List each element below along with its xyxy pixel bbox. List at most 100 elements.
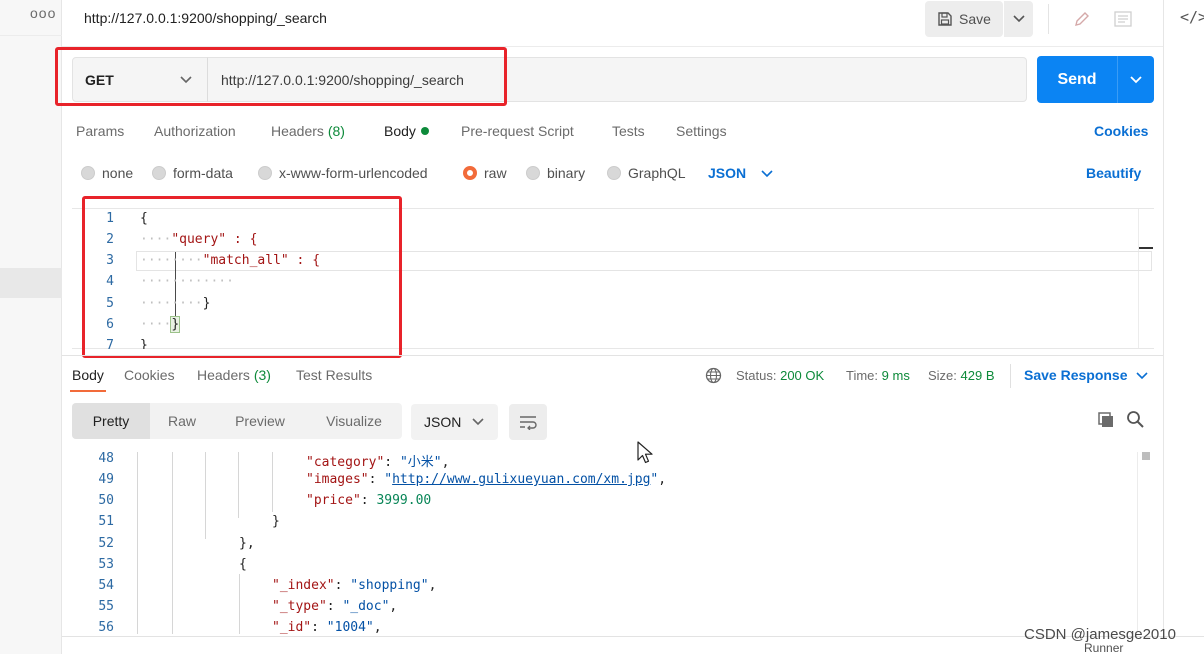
- editor-scroll-marker: [1139, 247, 1153, 249]
- response-divider: [62, 355, 1163, 356]
- radio-icon: [258, 166, 272, 180]
- code-line: "_index": "shopping",: [272, 578, 437, 593]
- language-select[interactable]: JSON: [708, 165, 746, 181]
- body-mode-binary[interactable]: binary: [526, 165, 585, 181]
- tab-pre-request-script[interactable]: Pre-request Script: [461, 123, 574, 139]
- json-key: "_type": [272, 599, 327, 614]
- tab-body[interactable]: Body: [384, 123, 429, 139]
- status-divider: [1010, 364, 1011, 388]
- body-mode-raw[interactable]: raw: [463, 165, 507, 181]
- body-mode-none[interactable]: none: [81, 165, 133, 181]
- document-icon: [1114, 11, 1132, 27]
- radio-icon: [607, 166, 621, 180]
- chevron-down-icon[interactable]: [1136, 367, 1148, 383]
- body-mode-label: x-www-form-urlencoded: [279, 165, 428, 181]
- edit-button[interactable]: [1065, 4, 1099, 34]
- radio-selected-icon: [463, 166, 477, 180]
- json-link-value[interactable]: http://www.gulixueyuan.com/xm.jpg: [392, 472, 650, 487]
- body-mode-label: binary: [547, 165, 586, 181]
- body-mode-graphql[interactable]: GraphQL: [607, 165, 686, 181]
- pencil-icon: [1075, 12, 1089, 26]
- tab-params[interactable]: Params: [76, 123, 124, 139]
- tab-authorization[interactable]: Authorization: [154, 123, 236, 139]
- body-mode-urlencoded[interactable]: x-www-form-urlencoded: [258, 165, 428, 181]
- radio-icon: [152, 166, 166, 180]
- tab-tests[interactable]: Tests: [612, 123, 645, 139]
- editor-scrollbar[interactable]: [1138, 209, 1154, 348]
- send-options-button[interactable]: [1117, 56, 1154, 103]
- search-icon[interactable]: [1126, 410, 1145, 432]
- code-line: "_type": "_doc",: [272, 599, 398, 614]
- line-number: 52: [98, 536, 114, 551]
- code-line: "category": "小米",: [306, 455, 450, 470]
- json-key: "_index": [272, 578, 335, 593]
- code-line: "price": 3999.00: [306, 493, 432, 508]
- chevron-down-icon: [472, 413, 484, 429]
- response-scroll-thumb[interactable]: [1142, 452, 1150, 460]
- right-panel-strip: [1163, 0, 1204, 654]
- indent-guide: [239, 574, 240, 634]
- format-select[interactable]: JSON: [411, 404, 498, 440]
- code-line: "_id": "1004",: [272, 620, 382, 634]
- view-pretty[interactable]: Pretty: [72, 403, 150, 439]
- code-line: },: [239, 536, 255, 551]
- code-line: {: [239, 557, 247, 572]
- response-tab-headers-label: Headers: [197, 367, 250, 383]
- body-mode-form-data[interactable]: form-data: [152, 165, 233, 181]
- status-readout: Status: 200 OK: [736, 368, 824, 383]
- sidebar-selected-row[interactable]: [0, 268, 62, 298]
- json-value: 3999.00: [376, 493, 432, 508]
- save-options-button[interactable]: [1004, 1, 1033, 37]
- more-options-icon[interactable]: ooo: [30, 5, 56, 21]
- response-scrollbar[interactable]: [1137, 452, 1153, 632]
- save-button[interactable]: Save: [925, 1, 1003, 37]
- tab-headers-label: Headers: [271, 123, 324, 139]
- size-label: Size:: [928, 368, 957, 383]
- view-raw[interactable]: Raw: [150, 403, 214, 439]
- code-line: }: [272, 514, 280, 529]
- chevron-down-icon: [1012, 15, 1025, 23]
- response-tab-test-results[interactable]: Test Results: [296, 367, 372, 383]
- json-value: "小米": [399, 455, 442, 470]
- cookies-link[interactable]: Cookies: [1094, 123, 1148, 139]
- view-preview[interactable]: Preview: [220, 403, 300, 439]
- response-tab-body[interactable]: Body: [72, 367, 104, 383]
- code-snippet-icon[interactable]: </>: [1180, 8, 1204, 26]
- indent-guide: [272, 452, 273, 512]
- documentation-button[interactable]: [1106, 4, 1140, 34]
- chevron-down-icon: [1130, 75, 1142, 83]
- watermark-text: CSDN @jamesge2010: [1024, 626, 1176, 643]
- indent-guide: [172, 452, 173, 634]
- line-number: 50: [98, 493, 114, 508]
- save-response-button[interactable]: Save Response: [1024, 367, 1128, 383]
- save-label: Save: [959, 11, 991, 27]
- line-number: 51: [98, 514, 114, 529]
- mouse-cursor-icon: [637, 441, 653, 468]
- json-key: "category": [306, 455, 385, 470]
- tab-headers[interactable]: Headers (8): [271, 123, 345, 139]
- response-tab-cookies[interactable]: Cookies: [124, 367, 175, 383]
- json-value: "_doc": [342, 599, 390, 614]
- radio-icon: [81, 166, 95, 180]
- time-label: Time:: [846, 368, 879, 383]
- wrap-lines-button[interactable]: [509, 404, 547, 440]
- indent-guide: [137, 452, 138, 634]
- editor-highlight-box: [82, 196, 402, 358]
- active-tab-underline: [70, 390, 106, 392]
- save-icon: [938, 12, 952, 26]
- tab-settings[interactable]: Settings: [676, 123, 727, 139]
- line-number: 56: [98, 620, 114, 634]
- size-readout: Size: 429 B: [928, 368, 995, 383]
- json-key: "_id": [272, 620, 312, 634]
- body-mode-label: none: [102, 165, 134, 181]
- status-label: Status:: [736, 368, 777, 383]
- globe-icon[interactable]: [705, 367, 722, 387]
- indent-guide: [205, 452, 206, 539]
- body-mode-label: GraphQL: [628, 165, 686, 181]
- send-button[interactable]: Send: [1037, 56, 1117, 103]
- view-visualize[interactable]: Visualize: [312, 403, 396, 439]
- beautify-link[interactable]: Beautify: [1086, 165, 1141, 181]
- copy-icon[interactable]: [1097, 411, 1115, 432]
- response-tab-headers[interactable]: Headers (3): [197, 367, 271, 383]
- line-number: 49: [98, 472, 114, 487]
